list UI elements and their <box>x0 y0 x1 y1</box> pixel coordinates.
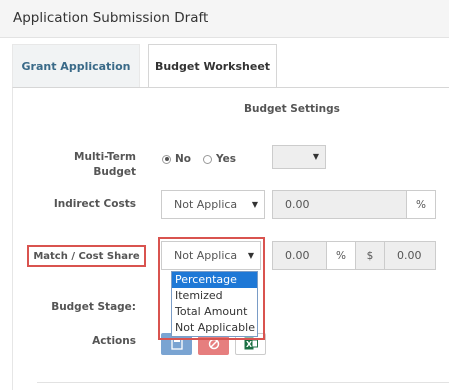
multi-term-label: Multi-Term Budget <box>58 150 136 180</box>
multi-term-label-line1: Multi-Term <box>74 151 136 163</box>
radio-no-label: No <box>175 153 192 165</box>
highlight-box-select <box>158 237 265 340</box>
multi-term-select[interactable]: ▼ <box>272 145 326 169</box>
indirect-costs-amount[interactable]: 0.00 <box>272 190 407 219</box>
match-cost-share-label: Match / Cost Share <box>33 251 140 262</box>
multi-term-radio-group: No Yes <box>162 151 248 167</box>
percent-addon: % <box>406 190 436 219</box>
tab-bar: Grant Application Budget Worksheet <box>12 38 449 88</box>
radio-no[interactable] <box>162 154 171 164</box>
budget-stage-label: Budget Stage: <box>51 301 136 313</box>
actions-label: Actions <box>92 335 136 347</box>
panel-header: Application Submission Draft <box>0 0 449 38</box>
match-dollar-amount[interactable]: 0.00 <box>384 241 436 270</box>
indirect-costs-select[interactable]: Not Applica ▼ <box>161 190 265 219</box>
chevron-down-icon: ▼ <box>312 152 319 161</box>
radio-yes[interactable] <box>203 154 213 164</box>
divider <box>37 382 449 383</box>
percent-addon: % <box>326 241 356 270</box>
indirect-costs-select-value: Not Applica <box>174 198 238 211</box>
indirect-costs-amount-value: 0.00 <box>285 198 310 211</box>
section-title: Budget Settings <box>244 103 340 115</box>
dollar-addon: $ <box>355 241 385 270</box>
tab-grant-application[interactable]: Grant Application <box>12 44 140 88</box>
match-percent-amount[interactable]: 0.00 <box>272 241 327 270</box>
tab-budget-worksheet[interactable]: Budget Worksheet <box>148 44 277 88</box>
indirect-costs-label: Indirect Costs <box>53 198 136 210</box>
match-percent-value: 0.00 <box>285 249 310 262</box>
multi-term-label-line2: Budget <box>93 166 136 178</box>
match-dollar-value: 0.00 <box>397 249 422 262</box>
page-title: Application Submission Draft <box>13 10 209 26</box>
chevron-down-icon: ▼ <box>251 200 258 209</box>
radio-yes-label: Yes <box>216 153 237 165</box>
